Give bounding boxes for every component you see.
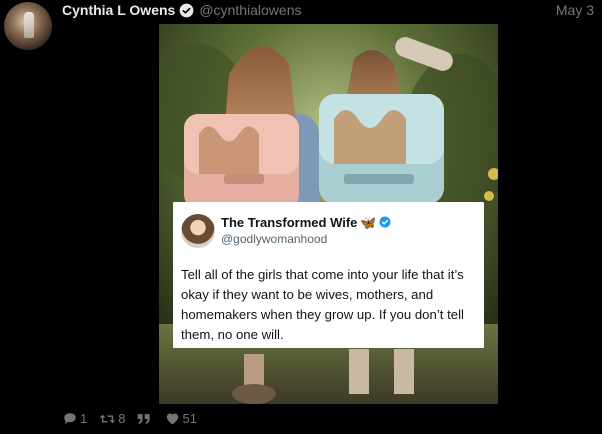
embedded-author-avatar bbox=[181, 214, 215, 248]
like-button[interactable]: 51 bbox=[165, 411, 197, 426]
butterfly-icon: 🦋 bbox=[360, 215, 377, 230]
retweet-button[interactable]: 8 bbox=[99, 411, 125, 426]
retweet-count: 8 bbox=[118, 411, 126, 426]
post-date[interactable]: May 3 bbox=[556, 2, 594, 18]
author-name[interactable]: Cynthia L Owens bbox=[62, 2, 175, 18]
reply-count: 1 bbox=[80, 411, 88, 426]
embedded-author-name-row: The Transformed Wife 🦋 bbox=[221, 215, 391, 231]
embedded-tweet-text: Tell all of the girls that come into you… bbox=[181, 267, 464, 342]
quote-icon bbox=[138, 413, 151, 424]
reply-button[interactable]: 1 bbox=[62, 411, 87, 426]
author-avatar[interactable] bbox=[4, 2, 52, 50]
avatar-figure bbox=[24, 12, 34, 38]
post-header: Cynthia L Owens @cynthialowens May 3 bbox=[62, 1, 594, 19]
embedded-tweet-card: The Transformed Wife 🦋 @godlywomanhood Te… bbox=[173, 202, 484, 348]
reply-icon bbox=[64, 412, 76, 424]
post-actions: 1 8 51 bbox=[62, 411, 209, 426]
verified-badge-icon bbox=[179, 3, 194, 17]
quote-button[interactable] bbox=[137, 413, 153, 425]
retweet-icon bbox=[100, 414, 116, 423]
embedded-author-name: The Transformed Wife bbox=[221, 215, 358, 230]
embedded-author-handle: @godlywomanhood bbox=[221, 232, 328, 246]
verified-badge-icon bbox=[379, 216, 391, 228]
heart-icon bbox=[167, 413, 179, 425]
like-count: 51 bbox=[182, 411, 197, 426]
author-handle[interactable]: @cynthialowens bbox=[199, 2, 301, 18]
